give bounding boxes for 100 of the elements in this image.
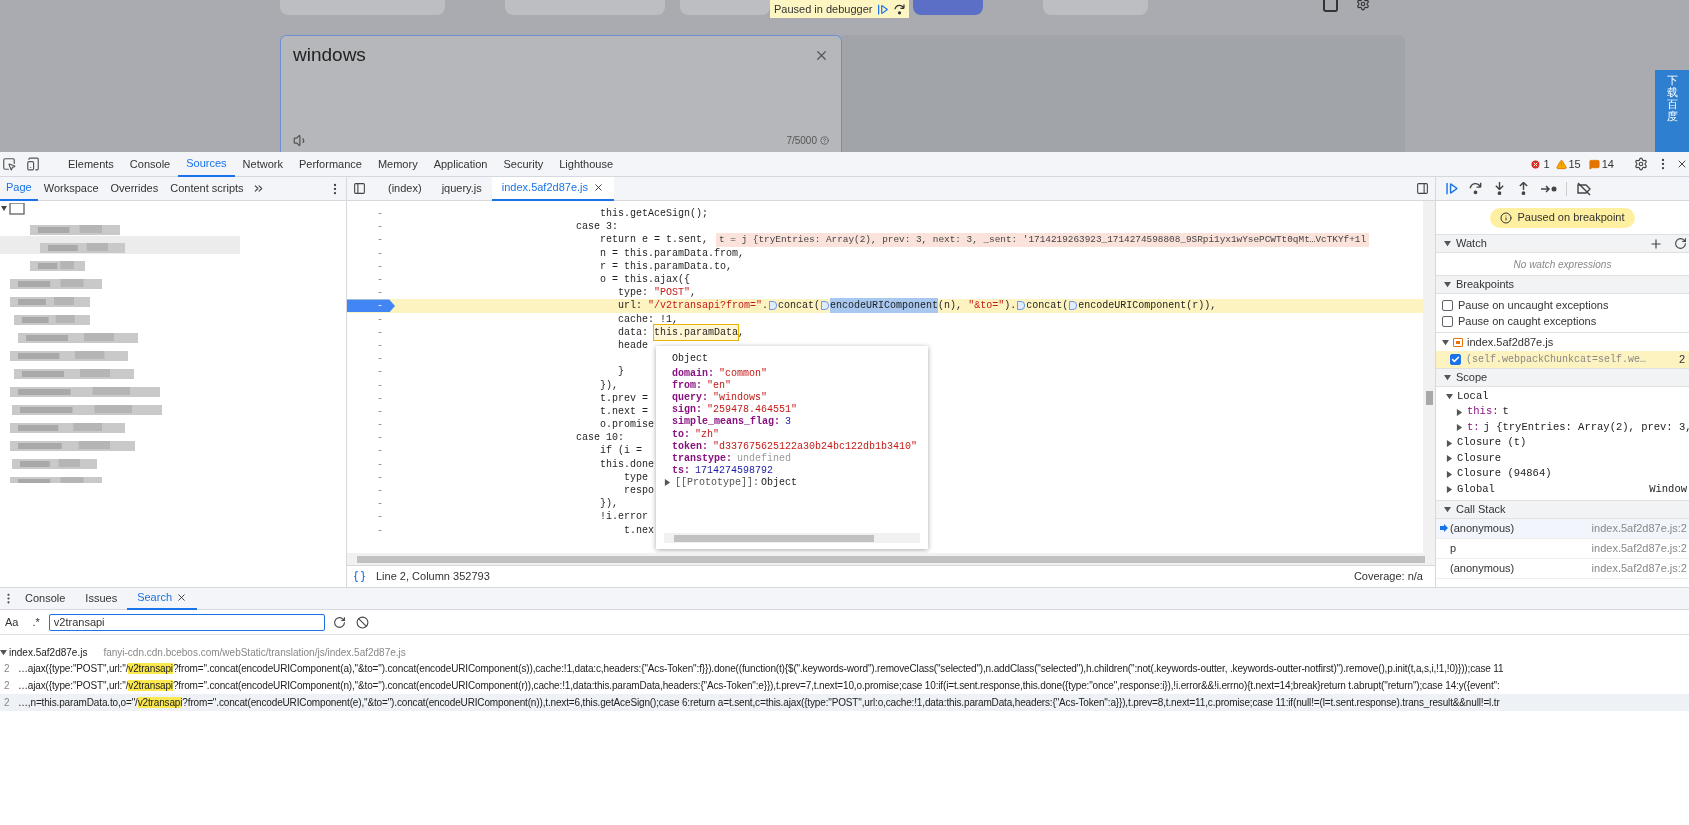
breakpoint-row[interactable]: (self.webpackChunkcat=self.we… 2 (1436, 351, 1689, 368)
devtools-tab[interactable]: Memory (369, 151, 426, 177)
drawer-tab[interactable]: Issues (75, 587, 128, 610)
line-number[interactable]: - (347, 312, 395, 326)
search-field[interactable]: v2transapi (48, 613, 325, 631)
code-text: concat( (1026, 299, 1069, 314)
line-number[interactable]: - (347, 299, 395, 313)
code-text: heade (617, 338, 648, 353)
banner-text: Paused in debugger (774, 1, 873, 17)
code-text: encodeURIComponent(r)), (1078, 299, 1217, 314)
line-number[interactable]: - (347, 497, 395, 511)
navigator-tab[interactable]: Content scripts (164, 176, 250, 201)
navigator-tab[interactable]: Overrides (104, 176, 165, 201)
line-number[interactable]: - (347, 207, 395, 221)
text-input-field[interactable]: windows 7/5000 (280, 35, 842, 152)
code-text: case 10: (576, 431, 624, 445)
side-tab-text: 下载百度 (1666, 74, 1678, 125)
scope-label[interactable]: t: (1467, 419, 1480, 436)
code-text: respo (623, 484, 654, 499)
devtools-tab[interactable]: Elements (60, 151, 122, 177)
section-header[interactable]: Breakpoints (1436, 275, 1689, 294)
line-number[interactable]: - (347, 259, 395, 273)
drawer-tab[interactable]: Search (127, 587, 197, 610)
devtools-tab[interactable]: Performance (290, 151, 370, 177)
call-frame[interactable]: (anonymous) index.5af2d87e.js:2 (1436, 558, 1689, 579)
result-file[interactable]: index.5af2d87e.js (9, 645, 88, 660)
issue-count[interactable]: 14 (1601, 155, 1614, 173)
text-input[interactable]: windows (293, 42, 814, 102)
scope-label[interactable]: Global (1457, 481, 1495, 498)
navigator-tab[interactable]: Workspace (37, 176, 105, 201)
section-header[interactable]: Call Stack (1436, 499, 1689, 519)
section-header[interactable]: Watch (1436, 234, 1689, 253)
code-text: }), (599, 497, 618, 511)
frame-location: index.5af2d87e.js:2 (1591, 540, 1687, 556)
line-number[interactable]: - (347, 444, 395, 458)
line-number[interactable]: - (347, 431, 395, 445)
file-tab[interactable]: jquery.js (431, 176, 492, 201)
line-number[interactable]: - (347, 286, 395, 300)
breakpoint-line: 2 (1678, 352, 1686, 368)
line-number[interactable]: - (347, 273, 395, 287)
line-number[interactable]: - (347, 510, 395, 524)
scope-label[interactable]: this: (1467, 404, 1499, 421)
call-frame[interactable]: (anonymous) index.5af2d87e.js:2 (1436, 518, 1689, 539)
devtools-tab[interactable]: Security (495, 151, 552, 177)
drawer-tab[interactable]: Console (15, 587, 76, 610)
code-text: encodeURIComponent (830, 298, 939, 314)
scope-label[interactable]: Local (1457, 388, 1489, 405)
line-number[interactable]: - (347, 484, 395, 498)
devtools-tab[interactable]: Network (234, 151, 291, 177)
scope-label[interactable]: Closure (1457, 450, 1502, 467)
line-number[interactable]: - (347, 220, 395, 234)
line-number[interactable]: - (347, 338, 395, 352)
error-count[interactable]: 1 (1543, 155, 1550, 173)
devtools-tab[interactable]: Application (425, 151, 496, 177)
regex-toggle[interactable]: .* (29, 613, 43, 631)
scope-label[interactable]: Closure (94864) (1457, 466, 1552, 483)
option-label[interactable]: Pause on caught exceptions (1458, 312, 1597, 330)
line-number[interactable]: - (347, 233, 395, 247)
scope-value: Window (1649, 481, 1688, 497)
char-count: 7/5000 (786, 134, 817, 148)
code-text: concat( (778, 299, 821, 314)
scope-label[interactable]: Closure (t) (1457, 435, 1527, 452)
file-tab[interactable]: index.5af2d87e.js (491, 176, 614, 201)
line-number[interactable]: - (347, 418, 395, 432)
line-number[interactable]: - (347, 457, 395, 471)
line-number[interactable]: - (347, 246, 395, 260)
line-number[interactable]: - (347, 325, 395, 339)
section-title: Call Stack (1456, 501, 1506, 517)
frame-name: p (1450, 540, 1457, 556)
file-tab[interactable]: (index) (378, 176, 432, 201)
frame-location: index.5af2d87e.js:2 (1591, 560, 1687, 576)
line-number[interactable]: - (347, 470, 395, 484)
section-header[interactable]: Scope (1436, 368, 1689, 387)
property-value: "en" (707, 378, 732, 392)
property-key[interactable]: [[Prototype]]: (675, 475, 759, 491)
side-tab[interactable]: 下载百度 (1655, 70, 1689, 152)
line-number[interactable]: - (347, 365, 395, 379)
frame-name: (anonymous) (1450, 520, 1515, 536)
code-text: return e = t.sent, (599, 233, 709, 248)
code-text: this.getAceSign(); (599, 207, 709, 222)
line-number: 2 (3, 679, 11, 693)
code-text: r = this.paramData.to, (599, 259, 733, 274)
code-text: o.promise (599, 418, 654, 433)
call-frame[interactable]: p index.5af2d87e.js:2 (1436, 538, 1689, 559)
line-number[interactable]: - (347, 378, 395, 392)
warning-count[interactable]: 15 (1568, 155, 1581, 173)
line-number[interactable]: - (347, 523, 395, 537)
line-number[interactable]: - (347, 404, 395, 418)
devtools-tab[interactable]: Lighthouse (551, 151, 622, 177)
option-label[interactable]: Pause on uncaught exceptions (1458, 296, 1609, 314)
match-case-toggle[interactable]: Aa (2, 613, 22, 631)
line-number[interactable]: - (347, 352, 395, 366)
devtools-tab[interactable]: Console (121, 151, 179, 177)
line-number[interactable]: - (347, 391, 395, 405)
property-value: "zh" (695, 427, 720, 441)
property-value: 3 (785, 415, 792, 430)
popover-title: Object (672, 352, 709, 365)
breakpoint-file[interactable]: index.5af2d87e.js (1467, 333, 1554, 351)
code-text: (n), "&to="). (938, 299, 1017, 314)
scope-value: j {tryEntries: Array(2), prev: 3, (1483, 419, 1689, 435)
